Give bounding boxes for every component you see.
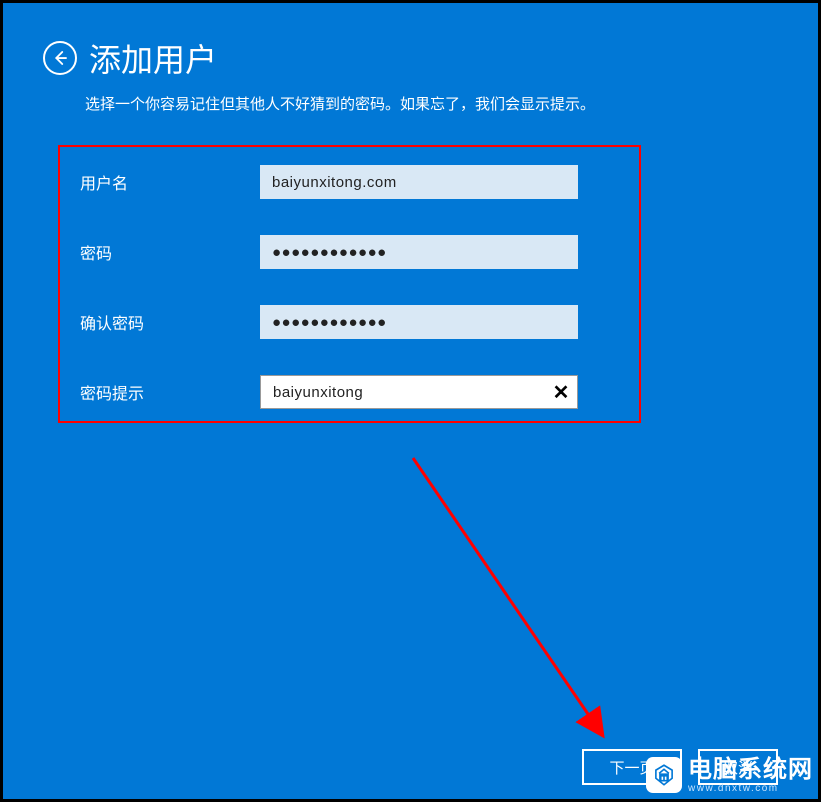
password-hint-row: 密码提示 ✕ — [80, 375, 619, 409]
close-icon: ✕ — [553, 380, 570, 405]
hint-input-wrapper: ✕ — [260, 375, 578, 409]
confirm-password-input[interactable] — [260, 305, 578, 339]
password-label: 密码 — [80, 240, 260, 264]
clear-hint-button[interactable]: ✕ — [550, 381, 572, 403]
footer-buttons: 下一页 取消 — [582, 749, 778, 785]
username-row: 用户名 — [80, 165, 619, 199]
next-button[interactable]: 下一页 — [582, 749, 682, 785]
arrow-annotation — [403, 448, 703, 763]
password-hint-label: 密码提示 — [80, 380, 260, 404]
username-input[interactable] — [260, 165, 578, 199]
password-hint-input[interactable] — [260, 375, 578, 409]
form-annotation-box: 用户名 密码 确认密码 密码提示 ✕ — [58, 145, 641, 423]
page-title: 添加用户 — [89, 35, 217, 81]
password-input[interactable] — [260, 235, 578, 269]
header: 添加用户 — [3, 3, 818, 81]
password-row: 密码 — [80, 235, 619, 269]
back-arrow-icon — [51, 49, 69, 67]
page-subtitle: 选择一个你容易记住但其他人不好猜到的密码。如果忘了，我们会显示提示。 — [3, 81, 818, 114]
cancel-button[interactable]: 取消 — [698, 749, 778, 785]
back-button[interactable] — [43, 41, 77, 75]
add-user-window: 添加用户 选择一个你容易记住但其他人不好猜到的密码。如果忘了，我们会显示提示。 … — [3, 3, 818, 799]
confirm-password-label: 确认密码 — [80, 310, 260, 334]
confirm-password-row: 确认密码 — [80, 305, 619, 339]
username-label: 用户名 — [80, 170, 260, 194]
